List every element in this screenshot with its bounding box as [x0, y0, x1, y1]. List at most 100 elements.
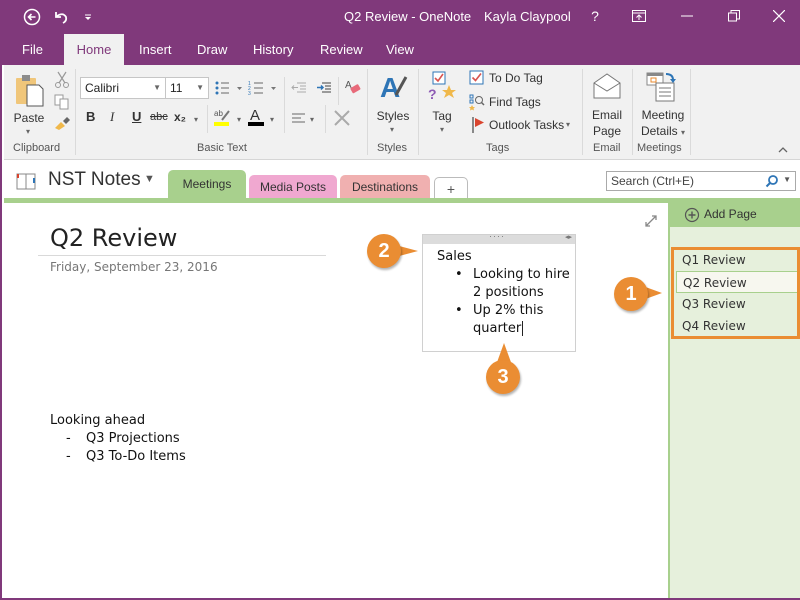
highlight-box-page-list — [671, 247, 800, 339]
tab-history[interactable]: History — [243, 34, 303, 65]
decrease-indent-icon[interactable] — [291, 81, 307, 95]
dash-bullet: - — [66, 431, 71, 446]
section-tab-media-posts[interactable]: Media Posts — [249, 175, 337, 199]
separator — [284, 77, 285, 105]
font-size-combo[interactable]: 11 ▼ — [165, 77, 209, 99]
font-name-combo[interactable]: Calibri ▼ — [80, 77, 166, 99]
undo-button[interactable] — [49, 6, 73, 28]
looking-ahead-item[interactable]: Q3 Projections — [86, 430, 180, 448]
onenote-window: Q2 Review - OneNote Kayla Claypool ? Fil… — [0, 0, 800, 600]
sales-heading[interactable]: Sales — [437, 248, 472, 266]
sales-bullet[interactable]: Up 2% this quarter — [473, 302, 563, 338]
separator — [75, 69, 76, 155]
search-input[interactable]: Search (Ctrl+E) ▼ — [606, 171, 796, 191]
callout-badge-2: 2 — [367, 234, 401, 268]
chevron-down-icon[interactable]: ▾ — [237, 115, 241, 124]
looking-ahead-item[interactable]: Q3 To-Do Items — [86, 448, 186, 466]
email-label-line2: Page — [592, 124, 622, 138]
email-page-label: Email Page — [587, 107, 627, 139]
increase-indent-icon[interactable] — [316, 81, 332, 95]
font-color-button[interactable]: A — [248, 106, 266, 128]
page-canvas[interactable]: Q2 Review Friday, September 23, 2016 ···… — [4, 203, 668, 598]
paste-button[interactable]: Paste ▾ — [12, 71, 46, 137]
italic-button[interactable]: I — [110, 109, 114, 125]
tab-home[interactable]: Home — [64, 34, 124, 65]
tab-review[interactable]: Review — [310, 34, 373, 65]
window-title: Q2 Review - OneNote — [344, 9, 472, 24]
chevron-down-icon: ▼ — [153, 83, 161, 92]
find-tags-label: Find Tags — [489, 95, 541, 109]
find-tags-button[interactable]: Find Tags — [467, 93, 567, 111]
chevron-down-icon[interactable]: ▾ — [310, 115, 314, 124]
meetings-group-label: Meetings — [637, 142, 682, 154]
subscript-button[interactable]: x₂ — [174, 110, 186, 124]
customize-qat-button[interactable] — [76, 6, 100, 28]
align-left-icon[interactable] — [292, 112, 306, 124]
numbering-button[interactable]: 123 — [248, 80, 284, 96]
font-name-value: Calibri — [85, 81, 120, 95]
highlighter-icon: ab — [214, 109, 223, 118]
notebook-selector[interactable]: NST Notes ▼ — [16, 169, 166, 195]
add-section-button[interactable]: + — [434, 177, 468, 199]
meeting-details-button[interactable]: Meeting Details ▾ — [636, 69, 690, 139]
looking-ahead-heading[interactable]: Looking ahead — [50, 412, 145, 430]
clear-formatting-icon[interactable]: A — [344, 78, 362, 96]
tag-label: Tag — [432, 109, 452, 123]
cut-icon[interactable] — [54, 71, 70, 89]
delete-icon[interactable] — [334, 110, 350, 126]
styles-icon: A — [380, 72, 408, 103]
note-container-handle[interactable]: ···· ◂▸ — [423, 231, 575, 244]
sales-bullet[interactable]: Looking to hire 2 positions — [473, 266, 573, 302]
bullets-button[interactable] — [214, 80, 250, 96]
bullet-dot: • — [455, 303, 463, 318]
chevron-down-icon: ▾ — [566, 120, 571, 129]
restore-button[interactable] — [719, 4, 749, 28]
ribbon-display-options-button[interactable] — [624, 4, 654, 28]
strikethrough-button[interactable]: abc — [150, 111, 168, 123]
ribbon-tabs: File Home Insert Draw History Review Vie… — [2, 34, 800, 65]
sales-note-container[interactable]: ···· ◂▸ Sales • Looking to hire 2 positi… — [422, 231, 576, 352]
separator — [690, 69, 691, 155]
user-name[interactable]: Kayla Claypool — [484, 9, 571, 24]
meeting-label-line1: Meeting — [641, 108, 685, 122]
copy-icon[interactable] — [54, 94, 70, 110]
tab-file[interactable]: File — [12, 34, 53, 65]
styles-button[interactable]: A Styles ▾ — [373, 69, 413, 137]
title-underline — [38, 255, 326, 256]
page-title[interactable]: Q2 Review — [50, 224, 177, 252]
chevron-down-icon[interactable]: ▾ — [270, 115, 274, 124]
back-button[interactable] — [20, 6, 44, 28]
separator — [582, 69, 583, 155]
tab-insert[interactable]: Insert — [129, 34, 182, 65]
section-tab-meetings[interactable]: Meetings — [168, 170, 246, 198]
section-tab-destinations[interactable]: Destinations — [340, 175, 430, 199]
separator — [207, 105, 208, 133]
highlight-button[interactable]: ab — [213, 106, 235, 128]
format-painter-icon[interactable] — [53, 115, 71, 131]
undo-icon — [55, 12, 68, 24]
outlook-tasks-button[interactable]: Outlook Tasks ▾ — [467, 116, 577, 134]
close-button[interactable] — [764, 4, 794, 28]
email-page-button[interactable]: Email Page — [587, 69, 627, 139]
resize-handle-icon[interactable]: ◂▸ — [565, 233, 572, 241]
expand-full-page-icon[interactable] — [644, 214, 658, 228]
notebook-icon — [16, 173, 36, 190]
add-page-button[interactable]: Add Page — [670, 203, 800, 227]
separator — [284, 105, 285, 133]
chevron-down-icon[interactable]: ▾ — [194, 115, 198, 124]
search-icon[interactable] — [765, 174, 779, 188]
bold-button[interactable]: B — [86, 109, 95, 124]
search-scope-dropdown-icon[interactable]: ▼ — [783, 175, 791, 184]
tab-view[interactable]: View — [376, 34, 424, 65]
minimize-button[interactable] — [672, 4, 702, 28]
tab-draw[interactable]: Draw — [187, 34, 237, 65]
todo-tag-button[interactable]: To Do Tag — [467, 70, 567, 88]
add-circle-icon — [684, 207, 700, 223]
help-button[interactable]: ? — [580, 4, 610, 28]
email-label-line1: Email — [591, 108, 622, 122]
tag-button[interactable]: ? Tag ▾ — [424, 69, 460, 137]
collapse-ribbon-icon[interactable] — [778, 146, 788, 154]
font-color-icon: A — [250, 107, 260, 124]
back-arrow-icon — [23, 8, 41, 26]
underline-button[interactable]: U — [132, 109, 141, 124]
